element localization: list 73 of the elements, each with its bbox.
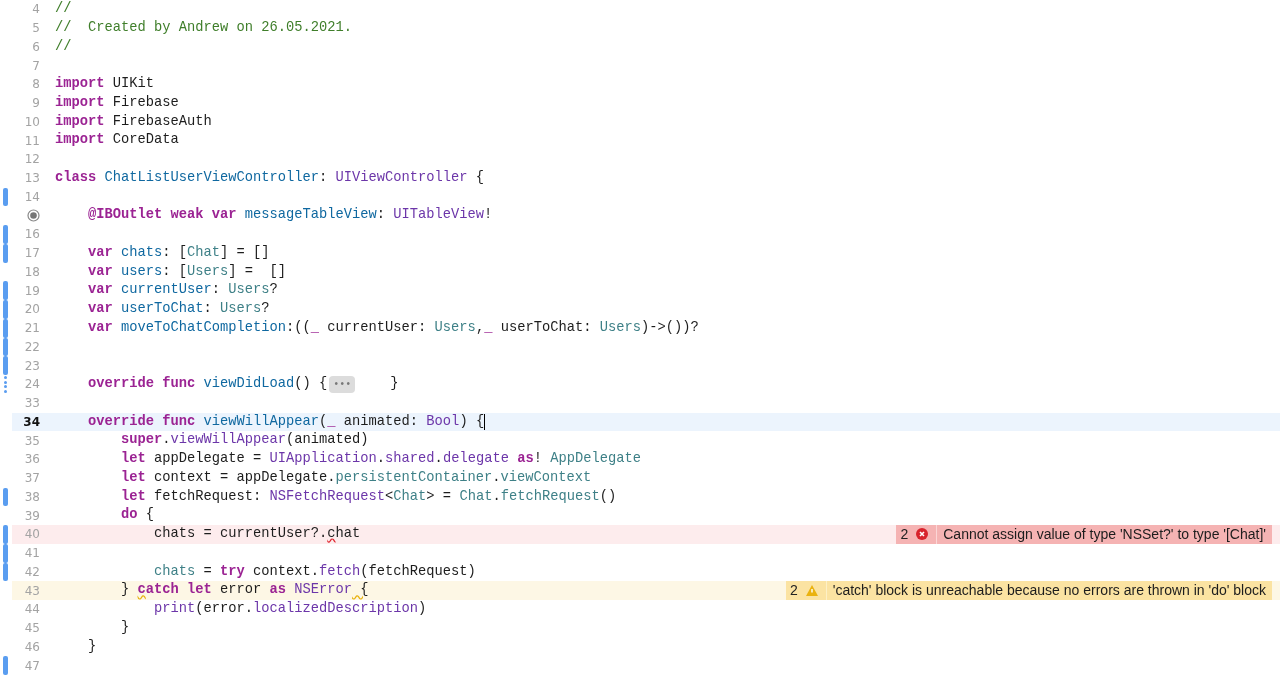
code-line: import UIKit <box>55 75 155 94</box>
line-number: 40 <box>24 526 40 544</box>
code-line: } <box>389 375 399 394</box>
line-number: 7 <box>32 57 40 75</box>
issue-count: 2 <box>789 581 798 601</box>
code-line: chats = currentUser?.chat <box>153 525 361 544</box>
error-badge[interactable]: 2 <box>896 525 937 544</box>
line-number: 20 <box>24 301 40 319</box>
code-line: var currentUser: Users? <box>87 281 278 300</box>
line-number: 6 <box>32 38 40 56</box>
code-line: import CoreData <box>55 131 179 150</box>
line-number: 21 <box>24 320 40 338</box>
line-number: 4 <box>32 1 40 19</box>
line-number: 34 <box>23 413 40 431</box>
code-line: var users: [Users] = [] <box>87 262 287 281</box>
code-line: var userToChat: Users? <box>87 300 270 319</box>
line-number: 11 <box>24 132 40 150</box>
line-number: 47 <box>24 657 40 675</box>
code-comment: // <box>55 37 72 56</box>
issue-message: 'catch' block is unreachable because no errors are thrown in 'do' block <box>826 581 1272 600</box>
code-line: import Firebase <box>55 93 179 112</box>
line-number: 37 <box>24 470 40 488</box>
line-number: 42 <box>24 563 40 581</box>
code-line: chats = try context.fetch(fetchRequest) <box>153 562 476 581</box>
code-comment: // <box>55 0 72 19</box>
code-line: @IBOutlet weak var messageTableView: UITableView! <box>87 206 493 225</box>
text-cursor <box>484 413 486 430</box>
code-line: } catch let error as NSError { <box>120 581 369 600</box>
line-number: 44 <box>24 601 40 619</box>
line-number: 39 <box>24 507 40 525</box>
code-line: override func viewWillAppear(_ animated: Bool) { <box>87 412 485 431</box>
line-number: 38 <box>24 488 40 506</box>
code-line: var moveToChatCompletion:((_ currentUser: Users,_ userToChat: Users)->())? <box>87 318 699 337</box>
code-line: let fetchRequest: NSFetchRequest<Chat> = Chat.fetchRequest() <box>120 487 617 506</box>
line-number: 35 <box>24 432 40 450</box>
line-number: 24 <box>24 376 40 394</box>
line-number: 23 <box>24 357 40 375</box>
code-line: var chats: [Chat] = [] <box>87 243 270 262</box>
line-number: 43 <box>24 582 40 600</box>
line-number: 13 <box>24 170 40 188</box>
code-line: print(error.localizedDescription) <box>153 600 427 619</box>
line-number: 17 <box>24 245 40 263</box>
line-number: 10 <box>24 113 40 131</box>
issue-count: 2 <box>900 524 909 544</box>
warning-icon <box>805 585 818 597</box>
line-number: 22 <box>24 338 40 356</box>
line-number: 16 <box>24 226 40 244</box>
code-line: import FirebaseAuth <box>55 112 212 131</box>
code-line: let appDelegate = UIApplication.shared.delegate as! AppDelegate <box>120 450 641 469</box>
line-number: 9 <box>32 95 40 113</box>
line-number: 8 <box>32 76 40 94</box>
code-line: } <box>87 637 97 656</box>
line-number: 46 <box>24 638 40 656</box>
code-line: do { <box>120 506 155 525</box>
line-number: 19 <box>24 282 40 300</box>
line-number: 45 <box>24 620 40 638</box>
line-number: 41 <box>24 545 40 563</box>
code-line: let context = appDelegate.persistentContainer.viewContext <box>120 468 592 487</box>
code-line: override func viewDidLoad() { <box>87 375 328 394</box>
line-number: 14 <box>24 188 40 206</box>
error-icon <box>916 528 929 541</box>
line-number: 12 <box>24 151 40 169</box>
outlet-connection-icon[interactable] <box>27 209 40 223</box>
code-line: class ChatListUserViewController: UIViewController { <box>55 168 485 187</box>
code-comment: // Created by Andrew on 26.05.2021. <box>55 18 353 37</box>
code-line: } <box>120 618 130 637</box>
line-number: 18 <box>24 263 40 281</box>
code-line: super.viewWillAppear(animated) <box>120 431 369 450</box>
line-number: 36 <box>24 451 40 469</box>
warning-badge[interactable]: 2 <box>785 581 826 600</box>
line-number: 33 <box>24 395 40 413</box>
issue-message: Cannot assign value of type 'NSSet?' to type '[Chat]' <box>937 525 1272 544</box>
line-number: 5 <box>32 20 40 38</box>
